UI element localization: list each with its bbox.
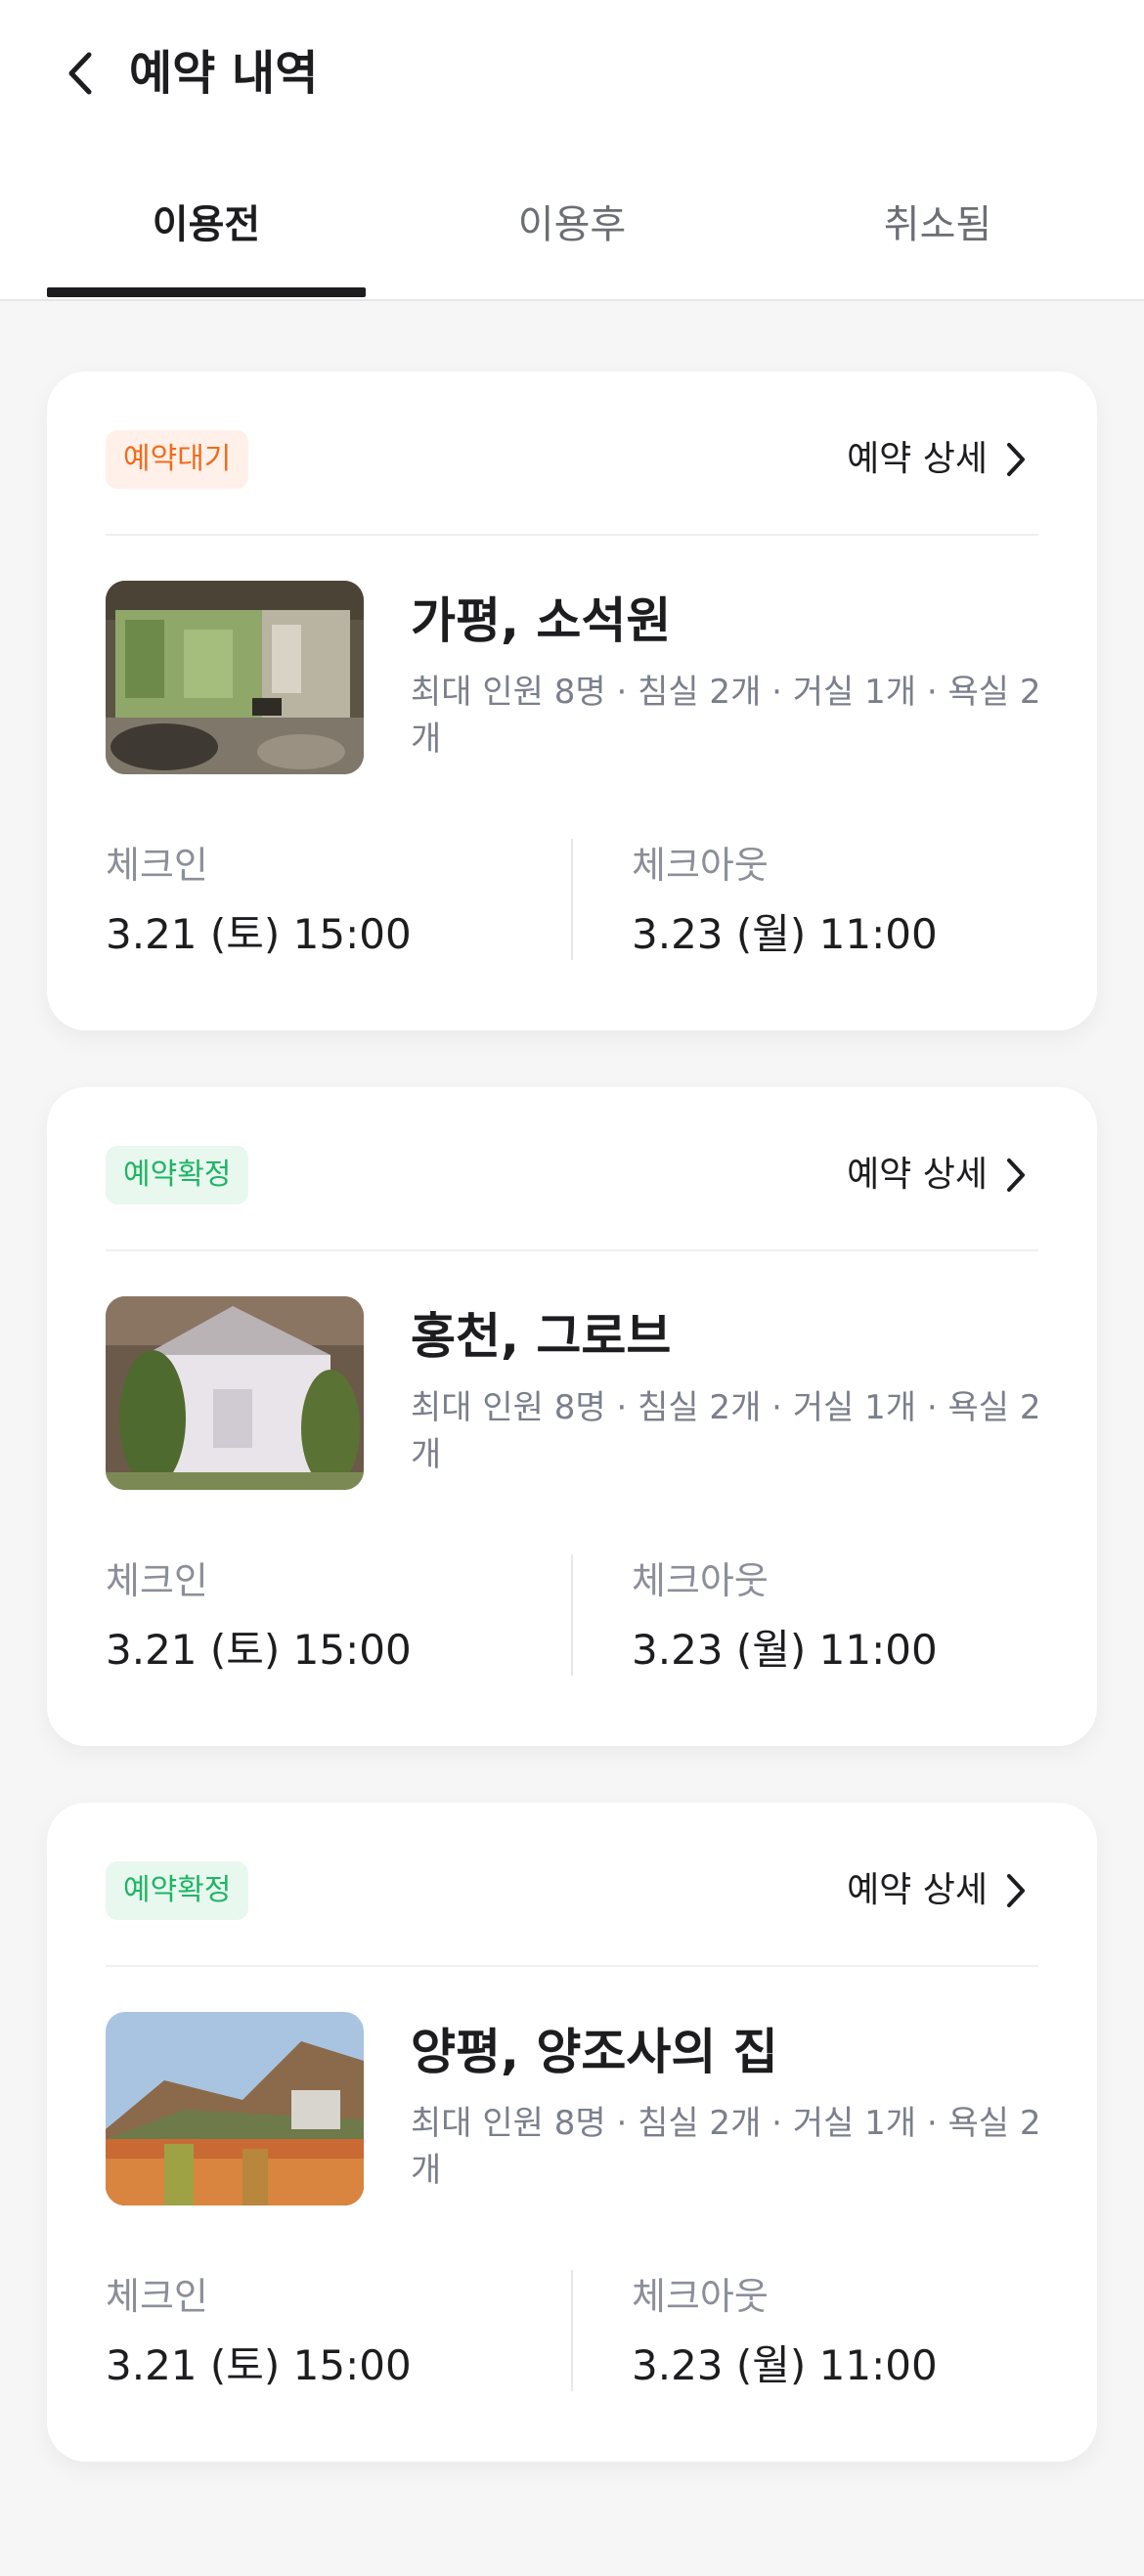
tab-before-use[interactable]: 이용전 <box>47 147 366 299</box>
checkout-value: 3.23 (월) 11:00 <box>632 1626 938 1674</box>
place-info: 최대 인원 8명 · 침실 2개 · 거실 1개 · 욕실 2개 <box>411 1388 1041 1474</box>
checkout-value: 3.23 (월) 11:00 <box>632 910 938 958</box>
reservation-detail-link[interactable]: 예약 상세 <box>847 1861 1027 1920</box>
card-divider <box>106 1965 1038 1967</box>
reservation-detail-link[interactable]: 예약 상세 <box>847 1146 1027 1204</box>
place-name: 양평, 양조사의 집 <box>411 2024 778 2080</box>
checkout-label: 체크아웃 <box>632 2275 769 2318</box>
checkin-divider <box>571 839 573 960</box>
chevron-right-icon <box>1007 443 1025 476</box>
reservation-card: 예약확정 예약 상세 홍천, 그로브 최대 인원 8명 · 침실 2개 · 거실… <box>47 1087 1097 1746</box>
chevron-left-icon <box>68 52 92 95</box>
checkin-label: 체크인 <box>106 1559 208 1602</box>
place-name: 홍천, 그로브 <box>411 1308 672 1365</box>
reservation-detail-label: 예약 상세 <box>847 439 988 479</box>
living-room-photo <box>106 581 364 774</box>
status-badge: 예약대기 <box>106 430 249 489</box>
place-info: 최대 인원 8명 · 침실 2개 · 거실 1개 · 욕실 2개 <box>411 673 1041 759</box>
back-button[interactable] <box>57 41 104 106</box>
chevron-right-icon <box>1007 1158 1025 1192</box>
checkin-value: 3.21 (토) 15:00 <box>106 1626 412 1674</box>
checkout-label: 체크아웃 <box>632 844 769 887</box>
checkin-label: 체크인 <box>106 844 208 887</box>
reservation-card: 예약확정 예약 상세 양평, 양조사의 집 최대 인원 8명 · 침실 2개 ·… <box>47 1803 1097 2462</box>
autumn-field-photo <box>106 2012 364 2205</box>
status-badge: 예약확정 <box>106 1861 249 1920</box>
white-house-photo <box>106 1296 364 1490</box>
status-badge: 예약확정 <box>106 1146 249 1204</box>
chevron-right-icon <box>1007 1874 1025 1907</box>
tab-bar: 이용전 이용후 취소됨 <box>0 147 1144 301</box>
card-divider <box>106 1249 1038 1251</box>
reservation-card: 예약대기 예약 상세 가평, 소석원 최대 인원 8명 · 침실 2개 · 거실… <box>47 371 1097 1030</box>
card-divider <box>106 534 1038 536</box>
reservation-detail-label: 예약 상세 <box>847 1155 988 1195</box>
checkin-divider <box>571 2270 573 2391</box>
reservation-detail-label: 예약 상세 <box>847 1870 988 1910</box>
checkout-value: 3.23 (월) 11:00 <box>632 2341 938 2389</box>
app-header: 예약 내역 <box>0 0 1144 147</box>
checkin-value: 3.21 (토) 15:00 <box>106 910 412 958</box>
reservation-detail-link[interactable]: 예약 상세 <box>847 430 1027 489</box>
page-title: 예약 내역 <box>129 46 319 101</box>
place-name: 가평, 소석원 <box>411 592 672 649</box>
checkin-value: 3.21 (토) 15:00 <box>106 2341 412 2389</box>
active-tab-indicator <box>47 287 366 297</box>
checkin-label: 체크인 <box>106 2275 208 2318</box>
place-info: 최대 인원 8명 · 침실 2개 · 거실 1개 · 욕실 2개 <box>411 2104 1041 2190</box>
checkin-divider <box>571 1554 573 1676</box>
tab-cancelled[interactable]: 취소됨 <box>778 147 1097 299</box>
tab-after-use[interactable]: 이용후 <box>413 147 731 299</box>
checkout-label: 체크아웃 <box>632 1559 769 1602</box>
